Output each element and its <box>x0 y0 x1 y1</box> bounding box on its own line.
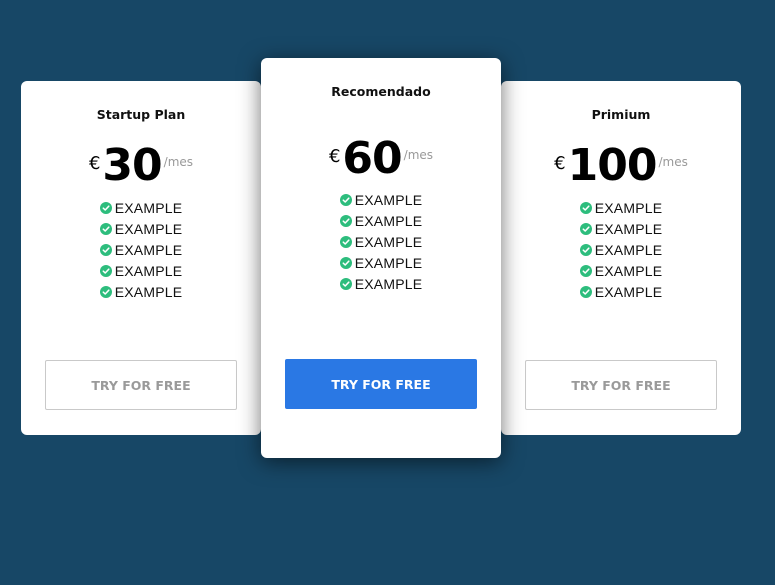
feature-item: EXAMPLE <box>261 232 501 253</box>
plan-price: € 30 /mes <box>21 139 261 193</box>
check-circle-icon <box>579 243 592 256</box>
check-circle-icon <box>339 215 352 228</box>
price-amount: 30 <box>102 140 162 191</box>
feature-item: EXAMPLE <box>261 252 501 273</box>
plan-title: Primium <box>591 107 651 122</box>
feature-item: EXAMPLE <box>261 190 501 211</box>
feature-label: EXAMPLE <box>594 262 663 279</box>
feature-item: EXAMPLE <box>501 240 741 261</box>
check-circle-icon <box>99 285 112 298</box>
check-circle-icon <box>339 277 352 290</box>
feature-label: EXAMPLE <box>114 262 183 279</box>
feature-label: EXAMPLE <box>114 241 183 258</box>
check-circle-icon <box>99 223 112 236</box>
plan-price: € 60 /mes <box>261 132 501 186</box>
check-circle-icon <box>99 202 112 215</box>
feature-label: EXAMPLE <box>594 283 663 300</box>
feature-item: EXAMPLE <box>501 198 741 219</box>
check-circle-icon <box>339 256 352 269</box>
price-period: /mes <box>658 155 688 169</box>
price-amount: 100 <box>567 140 658 191</box>
feature-label: EXAMPLE <box>594 221 663 238</box>
check-circle-icon <box>339 194 352 207</box>
feature-item: EXAMPLE <box>501 281 741 302</box>
pricing-card-startup: Startup Plan € 30 /mes EXAMPLE EXAMPLE E… <box>21 81 261 435</box>
currency-symbol: € <box>554 153 566 174</box>
pricing-card-premium: Primium € 100 /mes EXAMPLE EXAMPLE EXAMP… <box>501 81 741 435</box>
feature-item: EXAMPLE <box>501 260 741 281</box>
feature-label: EXAMPLE <box>354 192 423 209</box>
feature-item: EXAMPLE <box>21 281 261 302</box>
feature-label: EXAMPLE <box>354 213 423 230</box>
try-for-free-button[interactable]: TRY FOR FREE <box>285 359 477 409</box>
plan-title: Recomendado <box>331 84 431 99</box>
try-for-free-button[interactable]: TRY FOR FREE <box>45 360 237 410</box>
feature-label: EXAMPLE <box>114 221 183 238</box>
feature-item: EXAMPLE <box>261 273 501 294</box>
feature-label: EXAMPLE <box>114 283 183 300</box>
feature-item: EXAMPLE <box>501 219 741 240</box>
plan-price: € 100 /mes <box>501 139 741 193</box>
feature-label: EXAMPLE <box>594 200 663 217</box>
check-circle-icon <box>579 264 592 277</box>
feature-label: EXAMPLE <box>354 275 423 292</box>
feature-item: EXAMPLE <box>21 219 261 240</box>
feature-item: EXAMPLE <box>261 211 501 232</box>
feature-item: EXAMPLE <box>21 198 261 219</box>
pricing-card-recommended: Recomendado € 60 /mes EXAMPLE EXAMPLE EX… <box>261 58 501 458</box>
currency-symbol: € <box>328 146 341 167</box>
price-amount: 60 <box>342 133 402 184</box>
feature-list: EXAMPLE EXAMPLE EXAMPLE EXAMPLE EXAMPLE <box>261 190 501 294</box>
price-period: /mes <box>403 148 434 162</box>
feature-label: EXAMPLE <box>594 241 663 258</box>
try-for-free-button[interactable]: TRY FOR FREE <box>525 360 717 410</box>
check-circle-icon <box>99 243 112 256</box>
check-circle-icon <box>579 202 592 215</box>
plan-title: Startup Plan <box>96 107 186 122</box>
feature-list: EXAMPLE EXAMPLE EXAMPLE EXAMPLE EXAMPLE <box>21 198 261 302</box>
check-circle-icon <box>579 285 592 298</box>
feature-item: EXAMPLE <box>21 260 261 281</box>
currency-symbol: € <box>88 153 101 174</box>
feature-list: EXAMPLE EXAMPLE EXAMPLE EXAMPLE EXAMPLE <box>501 198 741 302</box>
feature-label: EXAMPLE <box>354 233 423 250</box>
feature-item: EXAMPLE <box>21 240 261 261</box>
check-circle-icon <box>579 223 592 236</box>
price-period: /mes <box>163 155 194 169</box>
feature-label: EXAMPLE <box>354 254 423 271</box>
feature-label: EXAMPLE <box>114 200 183 217</box>
check-circle-icon <box>99 264 112 277</box>
check-circle-icon <box>339 235 352 248</box>
